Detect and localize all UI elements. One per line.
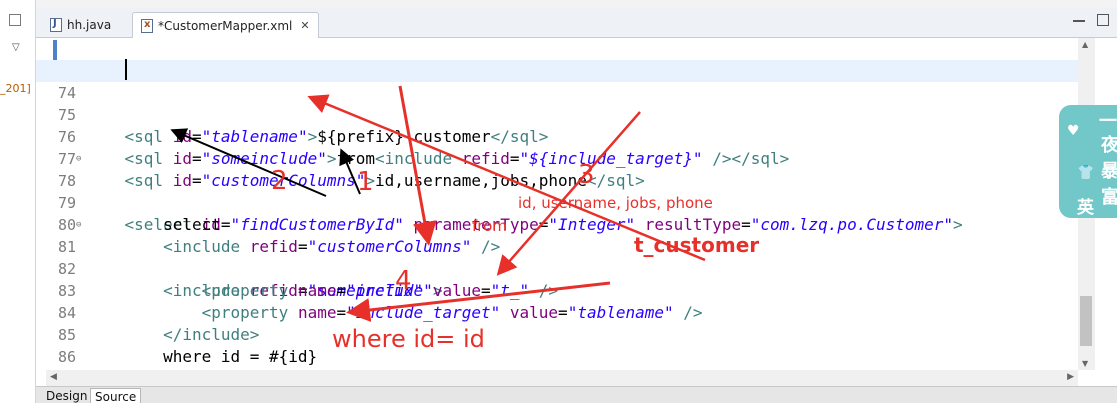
code-line: 77 <sql id="customerColumns">id,username… xyxy=(36,126,1078,190)
code-line: 87 xyxy=(36,346,1078,368)
editor-tab-bar: hh.java *CustomerMapper.xml ✕ xyxy=(36,8,1117,38)
window-top-strip xyxy=(36,0,1117,8)
scroll-left-icon[interactable]: ◀ xyxy=(50,372,57,382)
ime-badge: 一 夜 暴 富 英 ♥ 👕 xyxy=(1059,105,1117,218)
tab-source[interactable]: Source xyxy=(90,388,142,403)
code-line: 79 select xyxy=(36,170,1078,234)
code-line: 84 </include> xyxy=(36,280,1078,344)
editor-mode-tabs: Design Source xyxy=(36,386,1117,403)
code-line: 83 <property name="include_target" value… xyxy=(36,258,1078,322)
code-editor[interactable]: 73 74 75 <sql id="tablename">${prefix} c… xyxy=(36,38,1117,370)
horizontal-scrollbar[interactable]: ◀ ▶ xyxy=(46,370,1078,386)
badge-glyph: 富 xyxy=(1101,187,1117,208)
shirt-icon: 👕 xyxy=(1077,165,1095,181)
code-line: 82 <property name="prefix" value="t_" /> xyxy=(36,236,1078,300)
heart-icon: ♥ xyxy=(1067,123,1080,139)
tab-hh-java[interactable]: hh.java xyxy=(42,12,119,38)
minimize-icon[interactable] xyxy=(1073,14,1085,22)
scroll-down-icon[interactable]: ▼ xyxy=(1082,359,1088,368)
code-line: 81 ⊖ <include refid="someinclude"> xyxy=(36,214,1078,300)
scroll-up-icon[interactable]: ▲ xyxy=(1082,40,1088,49)
outline-pane: ▽ _201] xyxy=(0,0,36,403)
tab-customer-mapper[interactable]: *CustomerMapper.xml ✕ xyxy=(132,12,319,38)
code-line: 75 <sql id="tablename">${prefix} custome… xyxy=(36,82,1078,146)
code-line: 76 <sql id="someinclude">from<include re… xyxy=(36,104,1078,168)
view-menu-icon[interactable]: ▽ xyxy=(12,42,20,53)
badge-glyph: 一 xyxy=(1099,111,1117,132)
code-line: 78 ⊖ <select id="findCustomerById" param… xyxy=(36,148,1078,234)
tab-design[interactable]: Design xyxy=(42,388,91,403)
fold-icon[interactable]: ⊖ xyxy=(76,214,81,236)
badge-glyph: 暴 xyxy=(1101,161,1117,182)
tab-label: hh.java xyxy=(67,18,112,32)
code-line: 80 <include refid="customerColumns" /> xyxy=(36,192,1078,256)
text-cursor xyxy=(125,59,127,80)
tab-label: *CustomerMapper.xml xyxy=(158,18,293,33)
code-line: 85 where id = #{id} xyxy=(36,302,1078,366)
code-line: 73 xyxy=(36,38,1078,80)
badge-glyph: 英 xyxy=(1077,198,1094,218)
restore-icon[interactable] xyxy=(9,14,21,26)
outline-truncated-text: _201] xyxy=(0,82,31,95)
maximize-icon[interactable] xyxy=(1097,14,1109,26)
java-file-icon xyxy=(50,18,62,32)
xml-file-icon xyxy=(141,18,153,33)
close-icon[interactable]: ✕ xyxy=(300,19,309,32)
scroll-thumb[interactable] xyxy=(1080,296,1092,346)
code-line: 86 </select> xyxy=(36,324,1078,370)
scroll-right-icon[interactable]: ▶ xyxy=(1067,372,1074,382)
code-line-current: 74 xyxy=(36,60,1078,102)
badge-glyph: 夜 xyxy=(1101,135,1117,156)
fold-icon[interactable]: ⊖ xyxy=(76,148,81,170)
